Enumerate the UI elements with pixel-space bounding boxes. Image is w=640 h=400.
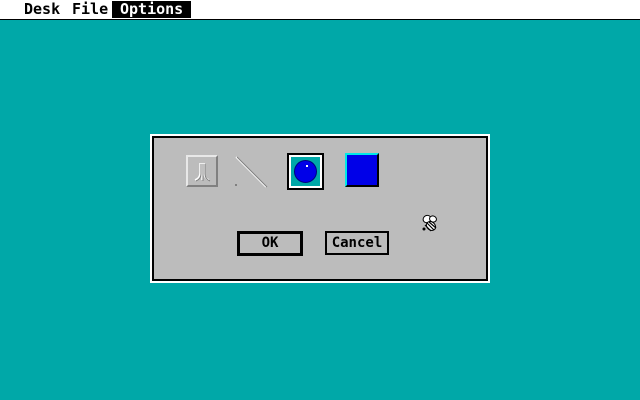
dialog-panel: OK Cancel	[152, 136, 488, 281]
ball-well	[291, 157, 320, 186]
atari-logo-tool[interactable]	[186, 155, 218, 187]
square-tool[interactable]	[345, 153, 379, 187]
ok-button[interactable]: OK	[237, 231, 303, 256]
menu-options[interactable]: Options	[112, 1, 192, 18]
square-icon	[347, 155, 377, 185]
menu-desk[interactable]: Desk	[16, 1, 68, 18]
cancel-button[interactable]: Cancel	[325, 231, 389, 255]
ball-tool-selected[interactable]	[287, 153, 324, 190]
ball-icon	[294, 160, 317, 183]
menu-bar: Desk File Options	[0, 0, 640, 20]
busy-bee-icon	[421, 214, 439, 234]
options-dialog: OK Cancel	[150, 134, 490, 283]
atari-logo-icon	[194, 163, 211, 182]
menu-file[interactable]: File	[64, 1, 116, 18]
line-tool[interactable]	[234, 155, 268, 189]
line-icon	[235, 156, 268, 188]
